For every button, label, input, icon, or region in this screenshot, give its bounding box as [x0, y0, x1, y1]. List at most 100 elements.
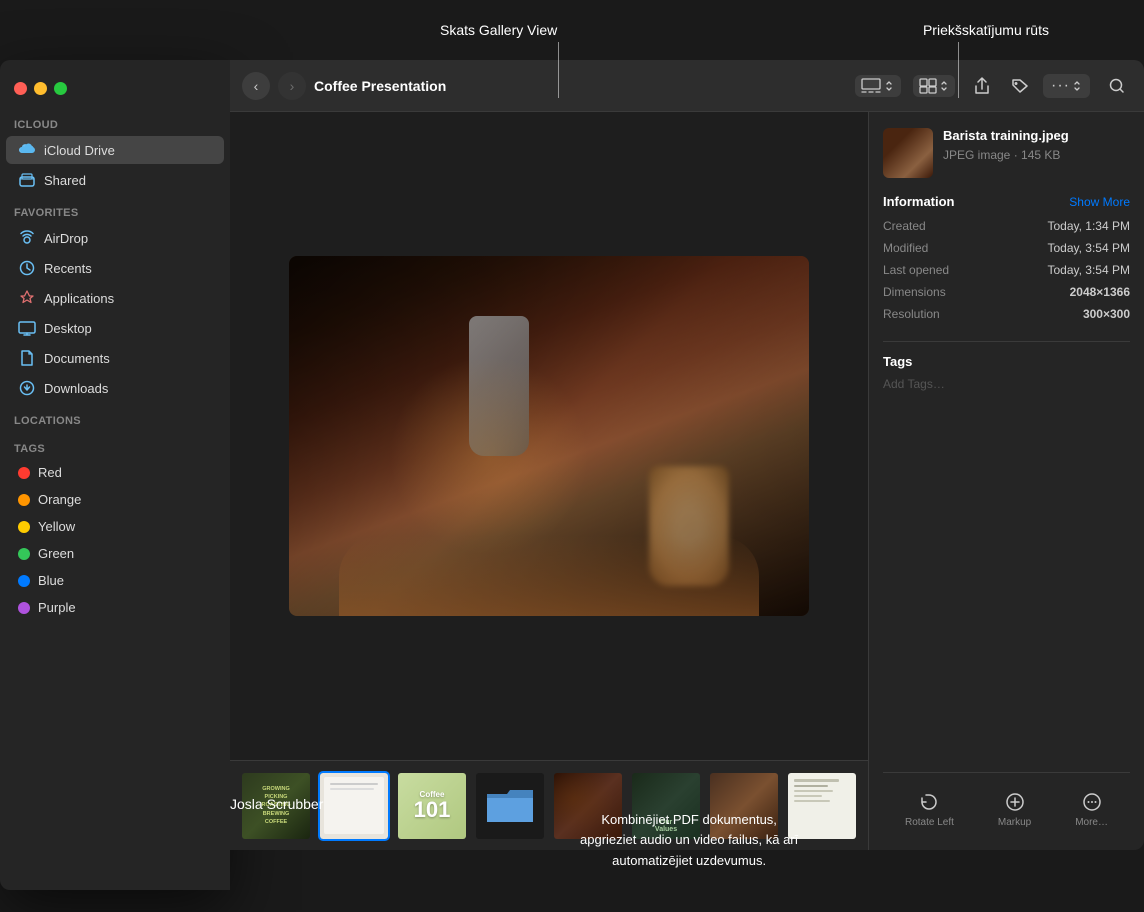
- preview-row-modified: Modified Today, 3:54 PM: [883, 241, 1130, 255]
- sidebar-item-tag-green[interactable]: Green: [6, 541, 224, 566]
- tag-button[interactable]: [1005, 71, 1035, 101]
- preview-spacer: [883, 391, 1130, 760]
- share-icon: [974, 77, 990, 95]
- search-button[interactable]: [1102, 71, 1132, 101]
- tag-dot-green: [18, 548, 30, 560]
- shared-icon: [18, 171, 36, 189]
- downloads-icon: [18, 379, 36, 397]
- close-button[interactable]: [14, 82, 27, 95]
- gallery-main: [230, 112, 868, 760]
- thumb-slides-inner: [320, 773, 388, 839]
- preview-info-header: Information Show More: [883, 194, 1130, 209]
- thumb-slide-line1: [330, 783, 378, 785]
- sidebar-item-airdrop[interactable]: AirDrop: [6, 224, 224, 252]
- shared-label: Shared: [44, 173, 86, 188]
- more-action-icon: [1081, 791, 1103, 813]
- icloud-drive-label: iCloud Drive: [44, 143, 115, 158]
- scrubber-item-values[interactable]: OurValues: [630, 771, 702, 841]
- thumb-doc-line5: [794, 800, 830, 802]
- created-value: Today, 1:34 PM: [1048, 219, 1131, 233]
- preview-thumbnail: [883, 128, 933, 178]
- thumb-folder-inner: [476, 773, 544, 839]
- more-label: More…: [1075, 817, 1108, 828]
- dimensions-label: Dimensions: [883, 285, 946, 299]
- minimize-button[interactable]: [34, 82, 47, 95]
- preview-pane: Barista training.jpeg JPEG image · 145 K…: [868, 112, 1144, 850]
- annotation-preview-pane: Priekšskatījumu rūts: [923, 22, 1049, 38]
- preview-row-last-opened: Last opened Today, 3:54 PM: [883, 263, 1130, 277]
- back-button[interactable]: ‹: [242, 72, 270, 100]
- downloads-label: Downloads: [44, 381, 108, 396]
- traffic-lights: [0, 70, 230, 107]
- thumb-doc-line1: [794, 779, 839, 782]
- scrubber-bar: GROWINGPICKINGROASTINGBREWINGCOFFEE: [230, 760, 868, 850]
- view-mode-control[interactable]: [855, 75, 901, 97]
- show-more-button[interactable]: Show More: [1069, 195, 1130, 209]
- sidebar-item-tag-yellow[interactable]: Yellow: [6, 514, 224, 539]
- tag-label-blue: Blue: [38, 573, 64, 588]
- scrubber-item-beans[interactable]: [552, 771, 624, 841]
- sidebar-item-tag-red[interactable]: Red: [6, 460, 224, 485]
- scrubber-item-folder[interactable]: [474, 771, 546, 841]
- gallery-image: [289, 256, 809, 616]
- information-label: Information: [883, 194, 955, 209]
- grid-view-control[interactable]: [913, 75, 955, 97]
- annotation-gallery-view-text: Skats Gallery View: [440, 22, 557, 38]
- gallery-area: GROWINGPICKINGROASTINGBREWINGCOFFEE: [230, 112, 868, 850]
- preview-thumb-inner: [883, 128, 933, 178]
- icloud-drive-icon: [18, 141, 36, 159]
- resolution-label: Resolution: [883, 307, 940, 321]
- more-actions-control[interactable]: ···: [1043, 74, 1090, 98]
- preview-filetype: JPEG image · 145 KB: [943, 148, 1130, 162]
- tags-section-label: Tags: [0, 431, 230, 459]
- sidebar-item-downloads[interactable]: Downloads: [6, 374, 224, 402]
- finder-window: ‹ › Coffee Presentation: [230, 60, 1144, 850]
- folder-icon: [485, 786, 535, 826]
- scrubber-item-101[interactable]: Coffee 101: [396, 771, 468, 841]
- sidebar-item-desktop[interactable]: Desktop: [6, 314, 224, 342]
- grid-chevron-icon: [939, 79, 949, 93]
- sidebar-item-shared[interactable]: Shared: [6, 166, 224, 194]
- rotate-left-action[interactable]: Rotate Left: [897, 785, 962, 834]
- grid-icon: [919, 78, 937, 94]
- tag-dot-purple: [18, 602, 30, 614]
- preview-filename: Barista training.jpeg: [943, 128, 1130, 145]
- locations-section-label: Locations: [0, 403, 230, 431]
- markup-action[interactable]: Markup: [990, 785, 1039, 834]
- sidebar-item-applications[interactable]: Applications: [6, 284, 224, 312]
- share-button[interactable]: [967, 71, 997, 101]
- sidebar-item-icloud-drive[interactable]: iCloud Drive: [6, 136, 224, 164]
- thumb-doc-line4: [794, 795, 822, 797]
- sidebar-item-recents[interactable]: Recents: [6, 254, 224, 282]
- sidebar-item-tag-orange[interactable]: Orange: [6, 487, 224, 512]
- scrubber-item-photo[interactable]: [708, 771, 780, 841]
- tag-dot-red: [18, 467, 30, 479]
- resolution-value: 300×300: [1083, 307, 1130, 321]
- applications-icon: [18, 289, 36, 307]
- recents-label: Recents: [44, 261, 92, 276]
- desktop-label: Desktop: [44, 321, 92, 336]
- photo-light: [389, 356, 589, 556]
- scrubber-item-book[interactable]: GROWINGPICKINGROASTINGBREWINGCOFFEE: [240, 771, 312, 841]
- sidebar-item-tag-blue[interactable]: Blue: [6, 568, 224, 593]
- recents-icon: [18, 259, 36, 277]
- add-tags-placeholder[interactable]: Add Tags…: [883, 377, 1130, 391]
- thumb-beans-overlay: [554, 773, 622, 839]
- scrubber-item-slides[interactable]: [318, 771, 390, 841]
- documents-label: Documents: [44, 351, 110, 366]
- tag-label-green: Green: [38, 546, 74, 561]
- dimensions-value: 2048×1366: [1070, 285, 1130, 299]
- more-action[interactable]: More…: [1067, 785, 1116, 834]
- sidebar-item-tag-purple[interactable]: Purple: [6, 595, 224, 620]
- icloud-section-label: iCloud: [0, 107, 230, 135]
- tag-dot-blue: [18, 575, 30, 587]
- sidebar-item-documents[interactable]: Documents: [6, 344, 224, 372]
- markup-label: Markup: [998, 817, 1031, 828]
- preview-row-dimensions: Dimensions 2048×1366: [883, 285, 1130, 299]
- more-chevron-icon: [1072, 79, 1082, 93]
- scrubber-item-document[interactable]: [786, 771, 858, 841]
- rotate-left-icon: [918, 791, 940, 813]
- forward-button[interactable]: ›: [278, 72, 306, 100]
- search-icon: [1109, 78, 1125, 94]
- maximize-button[interactable]: [54, 82, 67, 95]
